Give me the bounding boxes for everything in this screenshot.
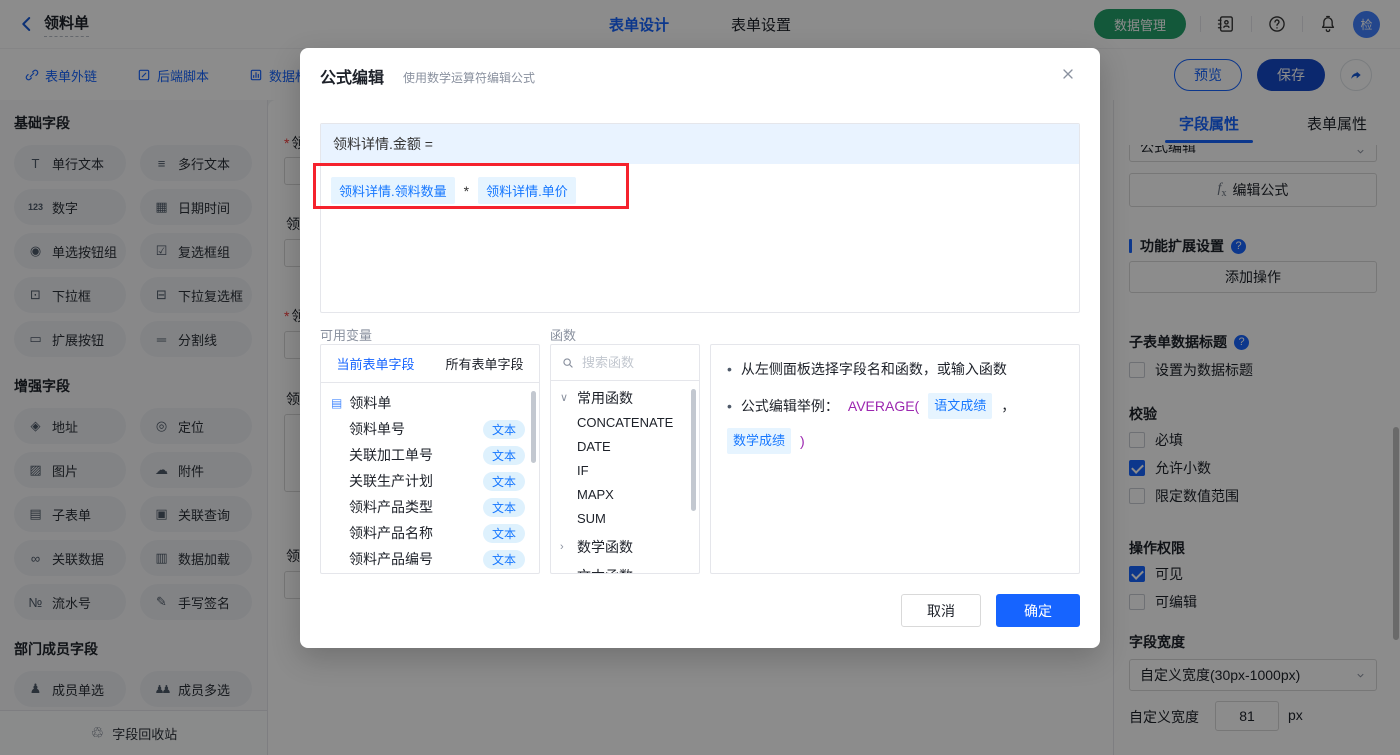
functions-label: 函数 [550,328,577,343]
modal-subtitle: 使用数学运算符编辑公式 [403,71,536,85]
function-item[interactable]: MAPX [551,482,699,506]
tip-line: • 从左侧面板选择字段名和函数，或输入函数 [727,358,1063,380]
close-icon[interactable] [1060,66,1076,82]
formula-field-tag[interactable]: 领料详情.单价 [478,177,576,204]
function-item[interactable]: CONCATENATE [551,410,699,434]
example-field-tag: 语文成绩 [928,393,993,419]
formula-operator: * [463,182,470,199]
function-search-input[interactable] [582,355,680,370]
confirm-button[interactable]: 确定 [996,594,1080,627]
example-field-tag: 数学成绩 [727,428,792,454]
variable-item[interactable]: 关联加工单号 文本 [321,442,539,468]
type-badge: 文本 [482,471,525,491]
variables-panel: 当前表单字段 所有表单字段 ▤ 领料单 领料单号 文本 关联加工单号 文本 关联生产… [320,344,540,574]
example-function-open: AVERAGE( [847,398,920,414]
type-badge: 文本 [482,419,525,439]
variable-item[interactable]: 领料产品名称 文本 [321,520,539,546]
formula-target: 领料详情.金额 = [321,124,1079,164]
formula-expression-area[interactable]: 领料详情.领料数量 * 领料详情.单价 [321,164,1079,217]
search-icon [561,356,575,370]
modal-title: 公式编辑 [320,70,385,87]
function-group-common[interactable]: ∨ 常用函数 [551,385,699,410]
function-item[interactable]: IF [551,458,699,482]
type-badge: 文本 [482,445,525,465]
formula-editor-modal: 公式编辑 使用数学运算符编辑公式 领料详情.金额 = 领料详情.领料数量 * 领… [300,48,1100,648]
function-group-text[interactable]: ›文本函数 [551,563,699,574]
variable-item[interactable]: 领料产品类型 文本 [321,494,539,520]
chevron-down-icon: ∨ [560,392,569,404]
tip-example-line: • 公式编辑举例： AVERAGE( 语文成绩 ， 数学成绩 ) [727,393,1063,454]
chevron-right-icon: › [560,570,570,574]
variable-item[interactable]: 关联生产计划 文本 [321,468,539,494]
function-item[interactable]: SUM [551,506,699,530]
cancel-button[interactable]: 取消 [901,594,981,627]
variable-item[interactable]: 领料产品编号 文本 [321,546,539,572]
variables-tabs: 当前表单字段 所有表单字段 [321,345,539,383]
variables-label: 可用变量 [320,328,373,343]
bullet: • [727,361,732,377]
bullet: • [727,398,732,414]
type-badge: 文本 [482,523,525,543]
tab-all-form-fields[interactable]: 所有表单字段 [430,345,539,382]
form-file-icon: ▤ [331,396,343,410]
tips-panel: • 从左侧面板选择字段名和函数，或输入函数 • 公式编辑举例： AVERAGE(… [710,344,1080,574]
tab-current-form-fields[interactable]: 当前表单字段 [321,345,430,382]
formula-editor-box: 领料详情.金额 = 领料详情.领料数量 * 领料详情.单价 [320,123,1080,313]
functions-scrollbar-thumb[interactable] [691,389,696,511]
function-search[interactable] [551,345,699,381]
type-badge: 文本 [482,497,525,517]
formula-field-tag[interactable]: 领料详情.领料数量 [331,177,455,204]
variables-root-node[interactable]: ▤ 领料单 [331,390,539,416]
variables-scrollbar-thumb[interactable] [531,391,536,463]
function-group-math[interactable]: › 数学函数 [551,534,699,559]
example-function-close: ) [800,433,805,449]
app-screen: * 领 领 * 领 领 领 领料单 表单设计 表单设置 数据管理 检 表单外链 … [0,0,1400,755]
function-item[interactable]: DATE [551,434,699,458]
functions-panel: ∨常用函数 CONCATENATE DATE IF MAPX SUM ›数学函数… [550,344,700,574]
chevron-right-icon: › [560,540,564,553]
variable-item[interactable]: 领料单号 文本 [321,416,539,442]
type-badge: 文本 [482,549,525,569]
